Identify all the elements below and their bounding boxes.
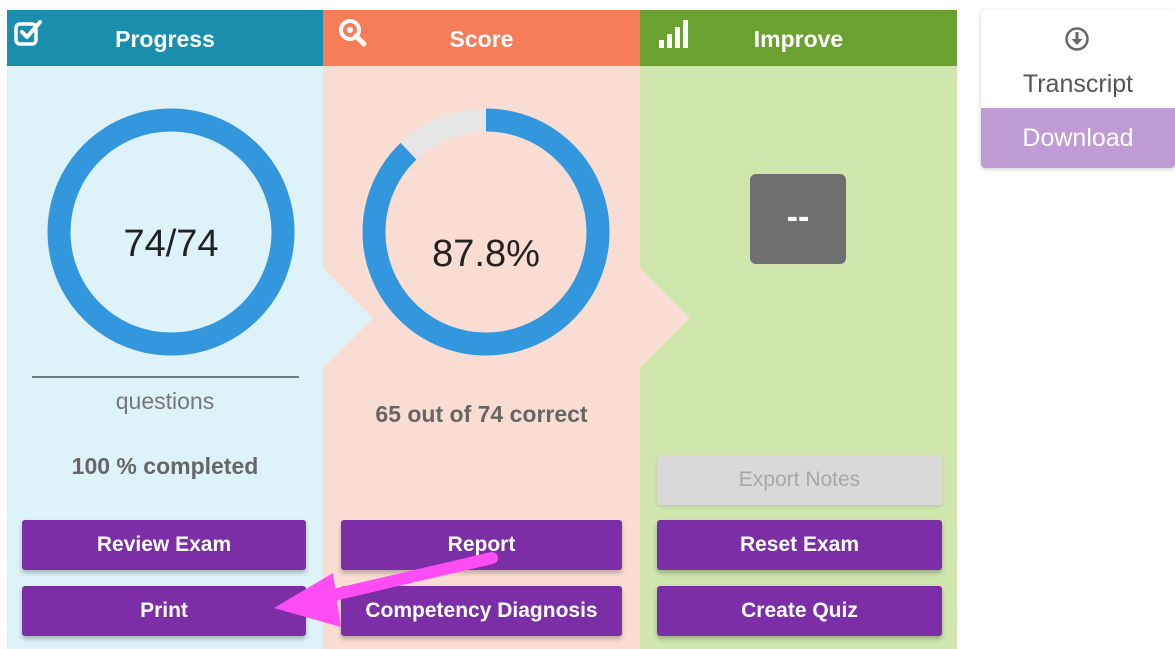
completed-text: 100 % completed: [71, 453, 259, 479]
download-circle-icon: [1065, 27, 1089, 51]
print-button[interactable]: Print: [22, 586, 306, 636]
review-exam-button[interactable]: Review Exam: [22, 520, 306, 570]
score-header: Score: [323, 10, 640, 66]
progress-divider: [32, 376, 299, 378]
export-notes-button[interactable]: Export Notes: [657, 455, 942, 505]
score-ring-arc: [362, 108, 610, 356]
transcript-label: Transcript: [1022, 70, 1134, 98]
download-button[interactable]: Download: [981, 108, 1175, 168]
transcript-card: Transcript Download: [981, 10, 1175, 168]
improve-header: Improve: [640, 10, 957, 66]
reset-exam-button[interactable]: Reset Exam: [657, 520, 942, 570]
correct-text: 65 out of 74 correct: [375, 401, 588, 427]
progress-header: Progress: [7, 10, 323, 66]
improve-value-box: --: [750, 174, 846, 264]
score-ring: [362, 108, 610, 356]
competency-diagnosis-button[interactable]: Competency Diagnosis: [341, 586, 622, 636]
report-button[interactable]: Report: [341, 520, 622, 570]
create-quiz-button[interactable]: Create Quiz: [657, 586, 942, 636]
panel-chevron: [323, 268, 373, 368]
progress-value: 74/74: [123, 223, 219, 265]
questions-label: questions: [115, 388, 215, 414]
panel-chevron: [640, 268, 690, 368]
score-title: Score: [449, 26, 514, 52]
progress-title: Progress: [115, 26, 215, 52]
improve-title: Improve: [753, 26, 844, 52]
score-value: 87.8%: [432, 233, 540, 275]
